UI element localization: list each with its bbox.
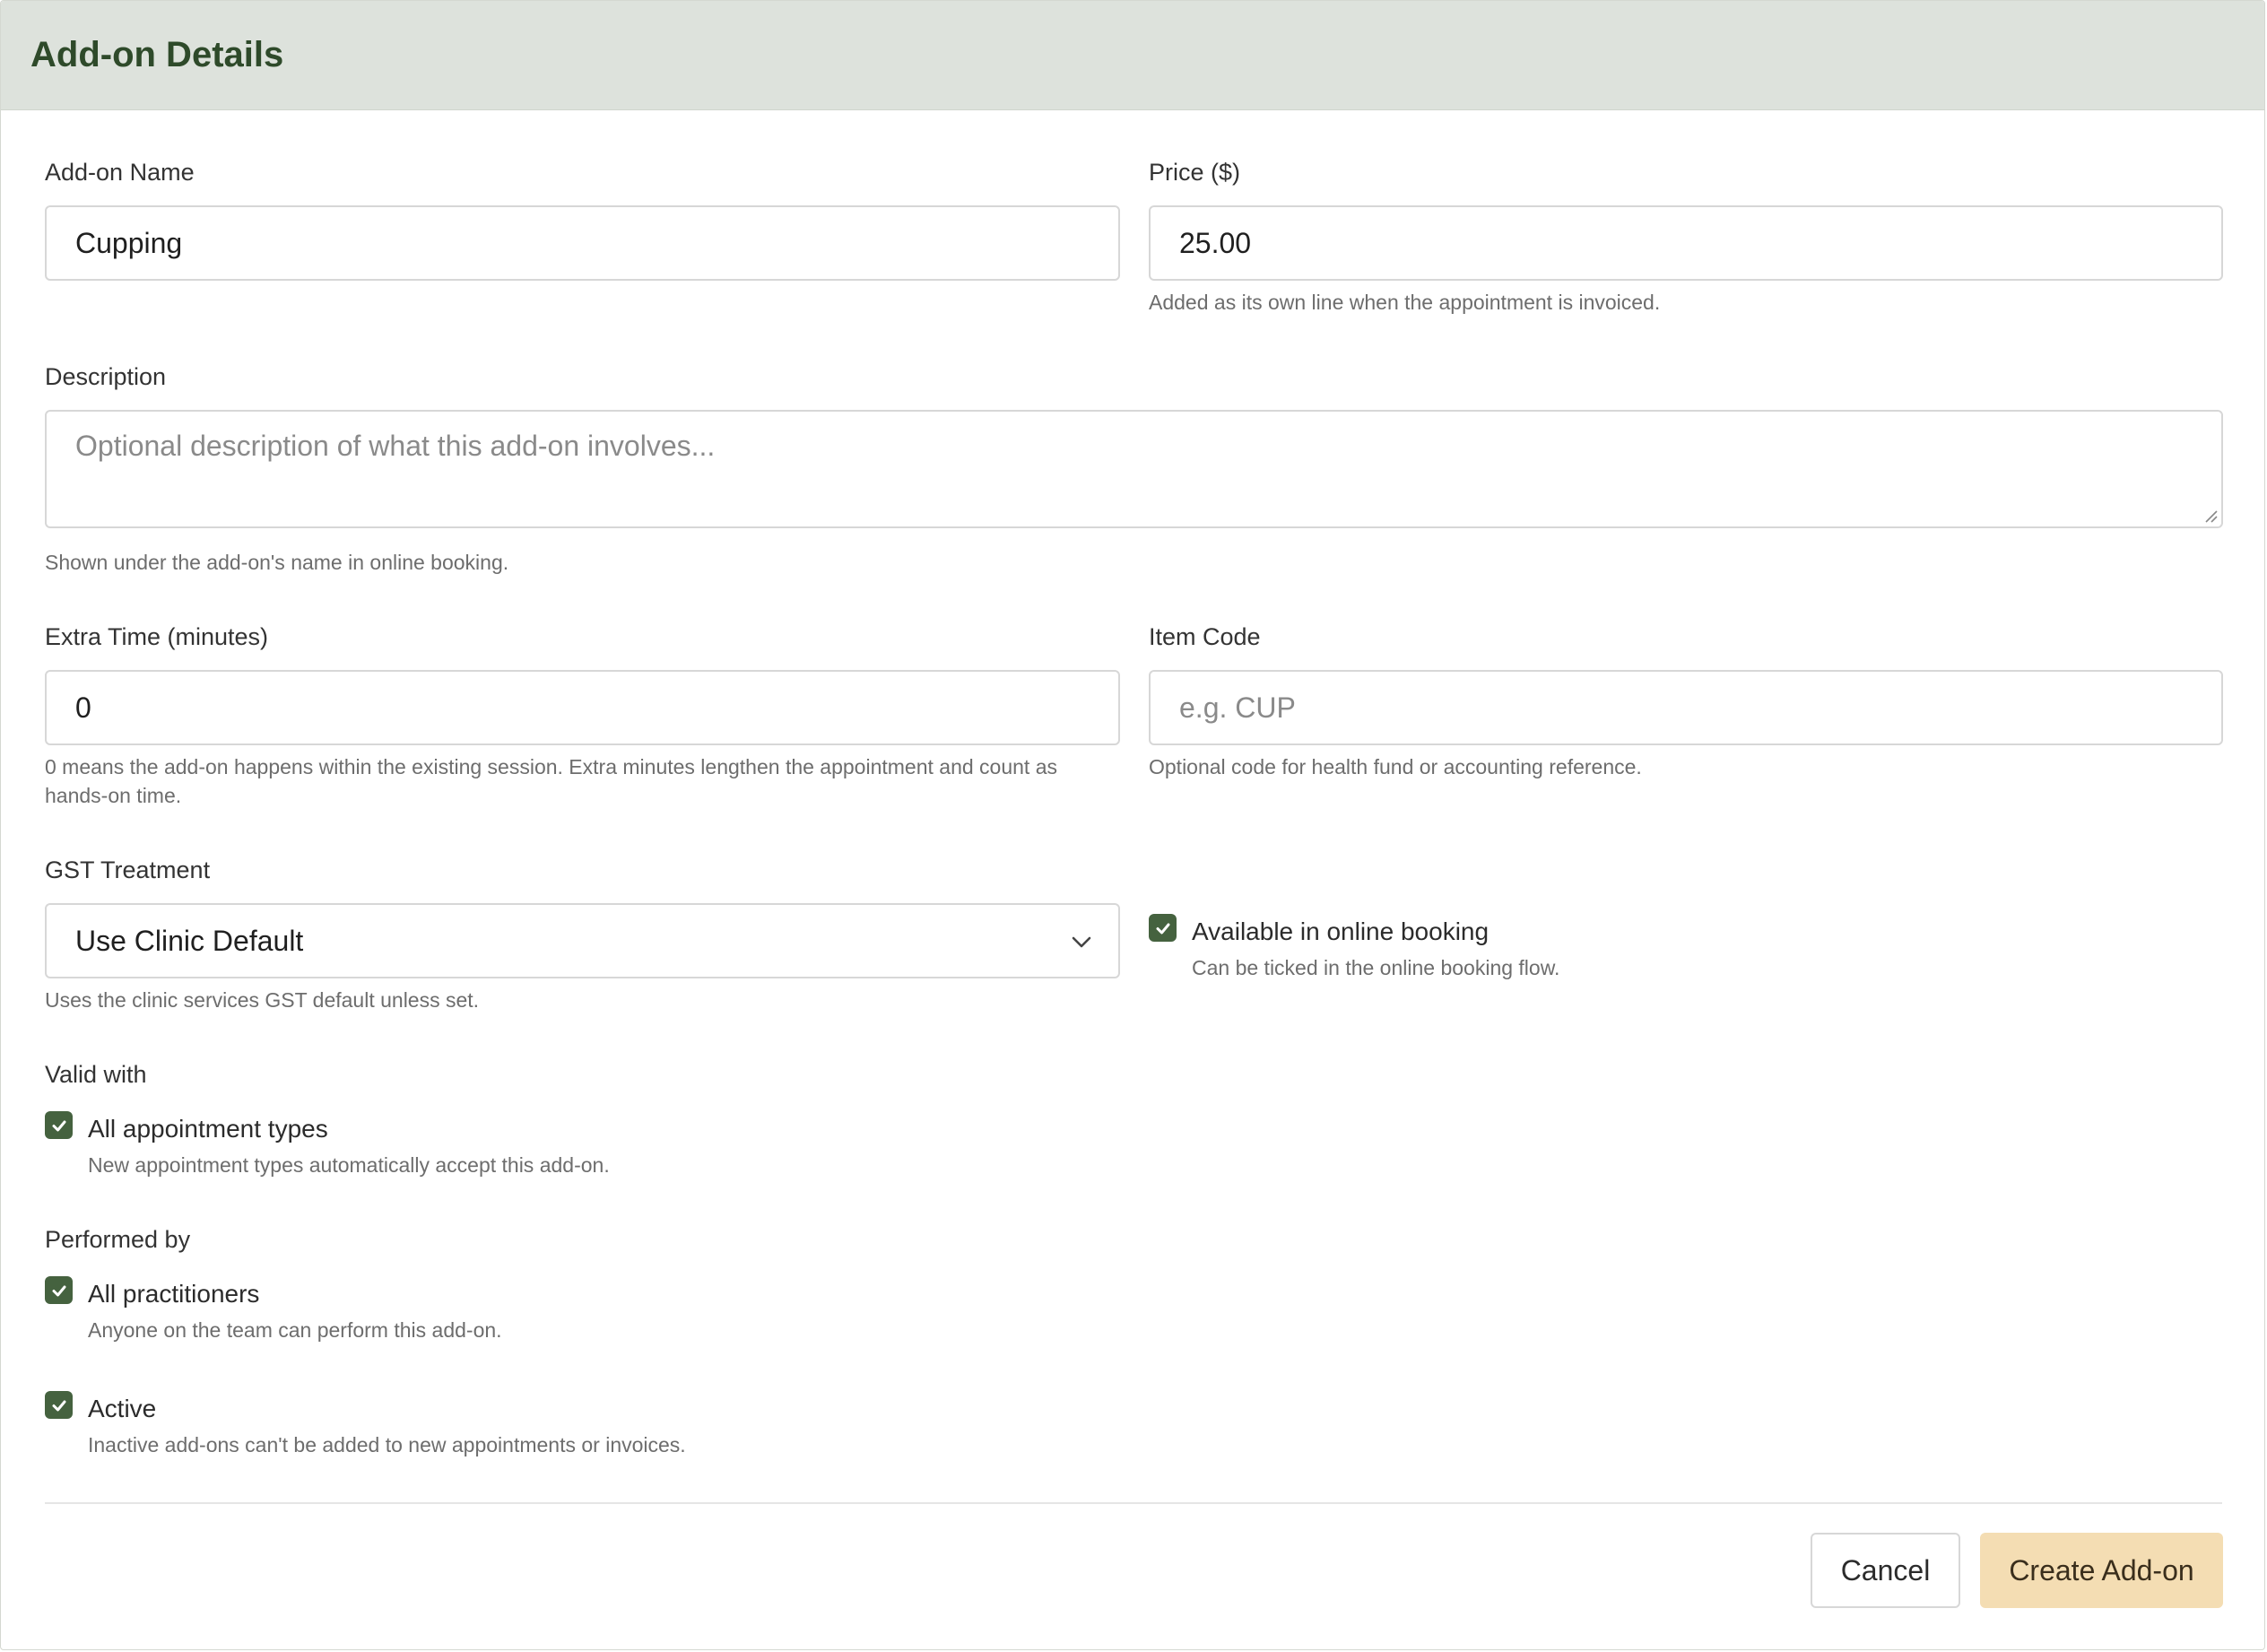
price-input[interactable]: 25.00 bbox=[1149, 205, 2223, 281]
all-appointment-types-label[interactable]: All appointment types bbox=[88, 1115, 328, 1143]
extra-time-hint-line-2: hands-on time. bbox=[45, 784, 182, 807]
online-booking-label[interactable]: Available in online booking bbox=[1192, 917, 1489, 946]
all-practitioners-label[interactable]: All practitioners bbox=[88, 1280, 259, 1309]
chevron-down-icon bbox=[1072, 936, 1091, 948]
description-hint: Shown under the add-on's name in online … bbox=[45, 551, 509, 574]
gst-select[interactable]: Use Clinic Default bbox=[45, 903, 1120, 978]
item-code-label: Item Code bbox=[1149, 623, 1261, 650]
page-title: Add-on Details bbox=[30, 35, 284, 74]
add-on-details-panel: Add-on Details Add-on Name Cupping Price… bbox=[0, 0, 2265, 1650]
description-label: Description bbox=[45, 363, 167, 390]
all-practitioners-hint: Anyone on the team can perform this add-… bbox=[88, 1318, 502, 1342]
valid-with-title: Valid with bbox=[45, 1061, 147, 1088]
extra-time-label: Extra Time (minutes) bbox=[45, 623, 269, 650]
online-booking-hint: Can be ticked in the online booking flow… bbox=[1192, 956, 1560, 979]
resize-handle-icon[interactable] bbox=[2203, 509, 2218, 523]
description-placeholder: Optional description of what this add-on… bbox=[75, 430, 716, 462]
gst-label: GST Treatment bbox=[45, 856, 211, 883]
price-label: Price ($) bbox=[1149, 159, 1241, 186]
description-textarea[interactable]: Optional description of what this add-on… bbox=[45, 410, 2223, 528]
check-icon bbox=[1156, 923, 1169, 934]
online-booking-checkbox[interactable] bbox=[1149, 914, 1177, 942]
item-code-placeholder: e.g. CUP bbox=[1179, 691, 1296, 724]
all-appointment-types-checkbox[interactable] bbox=[45, 1111, 73, 1139]
all-practitioners-checkbox[interactable] bbox=[45, 1276, 73, 1304]
price-hint: Added as its own line when the appointme… bbox=[1149, 291, 1661, 314]
extra-time-input[interactable]: 0 bbox=[45, 670, 1120, 745]
cancel-button[interactable]: Cancel bbox=[1811, 1533, 1960, 1608]
check-icon bbox=[52, 1400, 65, 1411]
panel-header: Add-on Details bbox=[1, 1, 2264, 110]
name-label: Add-on Name bbox=[45, 159, 195, 186]
active-checkbox[interactable] bbox=[45, 1391, 73, 1419]
extra-time-hint-line-1: 0 means the add-on happens within the ex… bbox=[45, 755, 1057, 778]
name-input[interactable]: Cupping bbox=[45, 205, 1120, 281]
footer-divider bbox=[45, 1502, 2222, 1504]
item-code-hint: Optional code for health fund or account… bbox=[1149, 755, 1642, 778]
item-code-input[interactable]: e.g. CUP bbox=[1149, 670, 2223, 745]
active-label[interactable]: Active bbox=[88, 1395, 156, 1423]
all-appointment-types-hint: New appointment types automatically acce… bbox=[88, 1153, 610, 1177]
create-add-on-button[interactable]: Create Add-on bbox=[1980, 1533, 2223, 1608]
active-hint: Inactive add-ons can't be added to new a… bbox=[88, 1433, 686, 1456]
check-icon bbox=[52, 1120, 65, 1131]
gst-selected-value: Use Clinic Default bbox=[75, 924, 304, 957]
check-icon bbox=[52, 1285, 65, 1296]
extra-time-hint: 0 means the add-on happens within the ex… bbox=[45, 752, 1130, 810]
performed-by-title: Performed by bbox=[45, 1226, 191, 1253]
gst-hint: Uses the clinic services GST default unl… bbox=[45, 988, 480, 1012]
